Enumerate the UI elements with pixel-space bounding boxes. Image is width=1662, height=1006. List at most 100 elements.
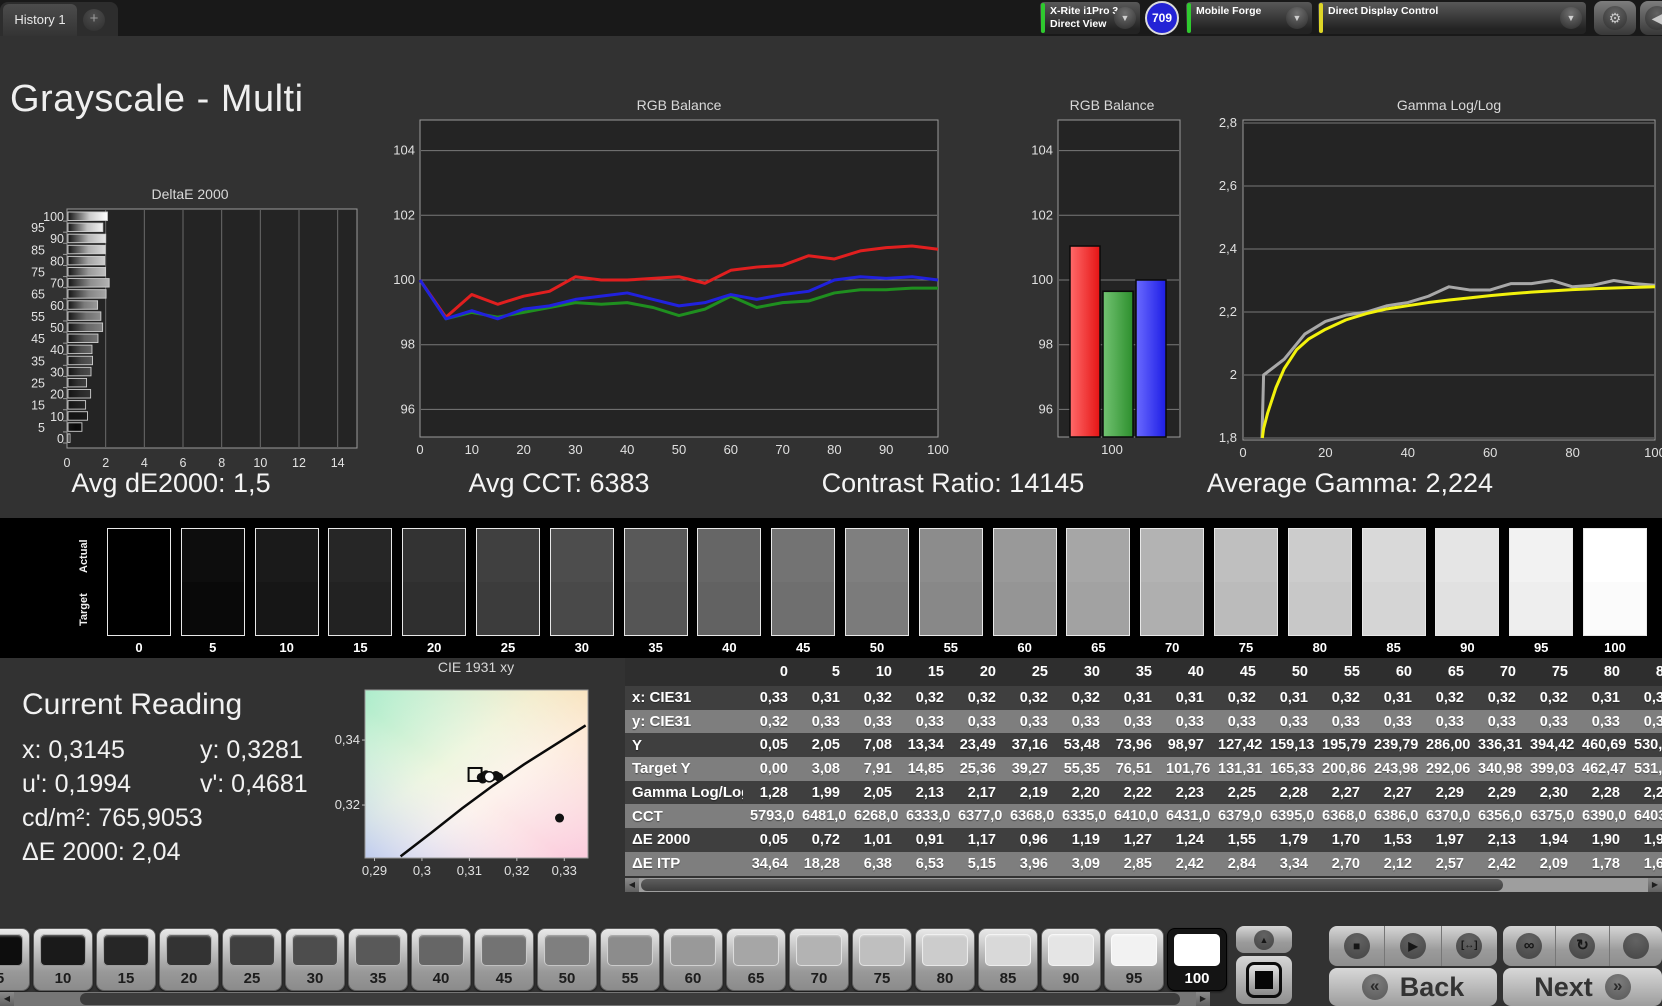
pattern-swatch	[0, 934, 23, 966]
source-dropdown[interactable]: Mobile Forge ▼	[1186, 2, 1312, 34]
measurement-table: 0510152025303540455055606570758085x: CIE…	[625, 658, 1662, 876]
pattern-button-70[interactable]: 70	[789, 928, 849, 991]
table-cell: 0,33	[1003, 710, 1055, 734]
collapse-panel-button[interactable]: ◀	[1640, 1, 1662, 35]
table-cell: 0,31	[1159, 686, 1211, 710]
pattern-level-label: 60	[664, 970, 722, 987]
table-cell: 0,33	[743, 686, 795, 710]
pattern-swatch	[1174, 934, 1220, 966]
display-status-stripe	[1319, 3, 1323, 33]
stop-button[interactable]: ■	[1329, 926, 1384, 966]
stat-avg-cct: Avg CCT: 6383	[468, 468, 649, 499]
pattern-swatch	[355, 934, 401, 966]
pattern-button-75[interactable]: 75	[852, 928, 912, 991]
table-cell: 2,09	[1523, 852, 1575, 876]
pattern-button-60[interactable]: 60	[663, 928, 723, 991]
svg-text:30: 30	[50, 365, 64, 379]
svg-text:2,2: 2,2	[1219, 304, 1237, 319]
scroll-right-icon[interactable]: ▶	[1648, 878, 1662, 892]
pattern-button-45[interactable]: 45	[474, 928, 534, 991]
pattern-button-5[interactable]: 5	[0, 928, 30, 991]
table-scrollbar[interactable]: ◀ ▶	[625, 878, 1662, 892]
pattern-button-40[interactable]: 40	[411, 928, 471, 991]
pattern-button-95[interactable]: 95	[1104, 928, 1164, 991]
pattern-scrollbar-thumb[interactable]	[80, 993, 1180, 1005]
settings-button[interactable]: ⚙	[1594, 1, 1636, 35]
source-status-stripe	[1187, 3, 1191, 33]
display-control-dropdown[interactable]: Direct Display Control ▼	[1318, 2, 1586, 34]
pattern-size-button[interactable]: [↔]	[1441, 926, 1497, 966]
table-cell: 2,23	[1159, 781, 1211, 805]
next-button[interactable]: Next »	[1503, 968, 1662, 1006]
add-tab-button[interactable]: +	[83, 9, 105, 31]
swatch-actual	[1510, 529, 1572, 582]
pattern-button-20[interactable]: 20	[159, 928, 219, 991]
pattern-button-100[interactable]: 100	[1167, 928, 1227, 991]
table-cell: 0,32	[1003, 686, 1055, 710]
swatch-level-label: 10	[255, 640, 319, 655]
pattern-button-55[interactable]: 55	[600, 928, 660, 991]
play-button[interactable]: ▶	[1384, 926, 1440, 966]
table-cell: 7,91	[847, 757, 899, 781]
table-col-header-50: 50	[1263, 658, 1315, 686]
swatch-level-label: 50	[845, 640, 909, 655]
svg-text:0,33: 0,33	[552, 863, 577, 878]
grayscale-swatch-15	[328, 528, 392, 636]
svg-text:100: 100	[43, 210, 64, 224]
table-cell: 0,31	[1367, 686, 1419, 710]
table-cell: 6403,00	[1627, 804, 1662, 828]
table-row: y: CIE310,320,330,330,330,330,330,330,33…	[625, 710, 1662, 734]
table-cell: 1,90	[1575, 828, 1627, 852]
table-row-label: CCT	[625, 804, 743, 828]
reading-u: u': 0,1994	[22, 770, 131, 799]
pattern-button-80[interactable]: 80	[915, 928, 975, 991]
rgb-balance-bar-chart: 9698100102104RGB Balance100	[985, 95, 1185, 468]
svg-text:65: 65	[31, 288, 45, 302]
table-row: Target Y0,003,087,9114,8525,3639,2755,35…	[625, 757, 1662, 781]
svg-text:2,6: 2,6	[1219, 178, 1237, 193]
svg-text:100: 100	[927, 442, 949, 457]
back-button[interactable]: « Back	[1329, 968, 1497, 1006]
pattern-button-15[interactable]: 15	[96, 928, 156, 991]
pattern-button-25[interactable]: 25	[222, 928, 282, 991]
grayscale-swatch-30	[550, 528, 614, 636]
pattern-button-85[interactable]: 85	[978, 928, 1038, 991]
table-cell: 1,97	[1419, 828, 1471, 852]
scroll-right-icon[interactable]: ▶	[1196, 992, 1210, 1006]
table-cell: 0,32	[1471, 686, 1523, 710]
swatch-actual	[625, 529, 687, 582]
colorspace-badge[interactable]: 709	[1145, 1, 1179, 35]
pattern-button-30[interactable]: 30	[285, 928, 345, 991]
swatch-target	[1363, 582, 1425, 635]
table-cell: 0,33	[1159, 710, 1211, 734]
pattern-button-35[interactable]: 35	[348, 928, 408, 991]
stat-average-gamma: Average Gamma: 2,224	[1207, 468, 1493, 499]
tab-history-1[interactable]: History 1	[3, 4, 77, 36]
extra-button[interactable]	[1609, 926, 1662, 966]
scroll-left-icon[interactable]: ◀	[625, 878, 639, 892]
pattern-button-50[interactable]: 50	[537, 928, 597, 991]
pattern-button-65[interactable]: 65	[726, 928, 786, 991]
loop-button[interactable]: ∞	[1503, 926, 1555, 966]
svg-text:DeltaE 2000: DeltaE 2000	[151, 186, 228, 202]
svg-text:100: 100	[1644, 445, 1662, 460]
window-pattern-button[interactable]	[1236, 956, 1292, 1004]
refresh-button[interactable]: ↻	[1555, 926, 1608, 966]
table-col-header-5: 5	[795, 658, 847, 686]
table-row-label: ΔE 2000	[625, 828, 743, 852]
table-cell: 0,32	[1055, 686, 1107, 710]
swatch-level-label: 80	[1288, 640, 1352, 655]
scroll-left-icon[interactable]: ◀	[0, 992, 14, 1006]
pattern-button-90[interactable]: 90	[1041, 928, 1101, 991]
table-cell: 2,05	[847, 781, 899, 805]
table-cell: 6375,00	[1523, 804, 1575, 828]
svg-text:98: 98	[401, 337, 415, 352]
pattern-button-10[interactable]: 10	[33, 928, 93, 991]
meter-dropdown[interactable]: X-Rite i1Pro 3Direct View ▼	[1040, 2, 1140, 34]
pattern-scrollbar[interactable]: ◀ ▶	[0, 992, 1210, 1006]
pattern-scroll-up-button[interactable]: ▲	[1236, 926, 1292, 953]
table-cell: 6390,00	[1575, 804, 1627, 828]
swatch-target	[1289, 582, 1351, 635]
chevrons-right-icon: »	[1605, 974, 1631, 1000]
table-scrollbar-thumb[interactable]	[641, 879, 1503, 891]
